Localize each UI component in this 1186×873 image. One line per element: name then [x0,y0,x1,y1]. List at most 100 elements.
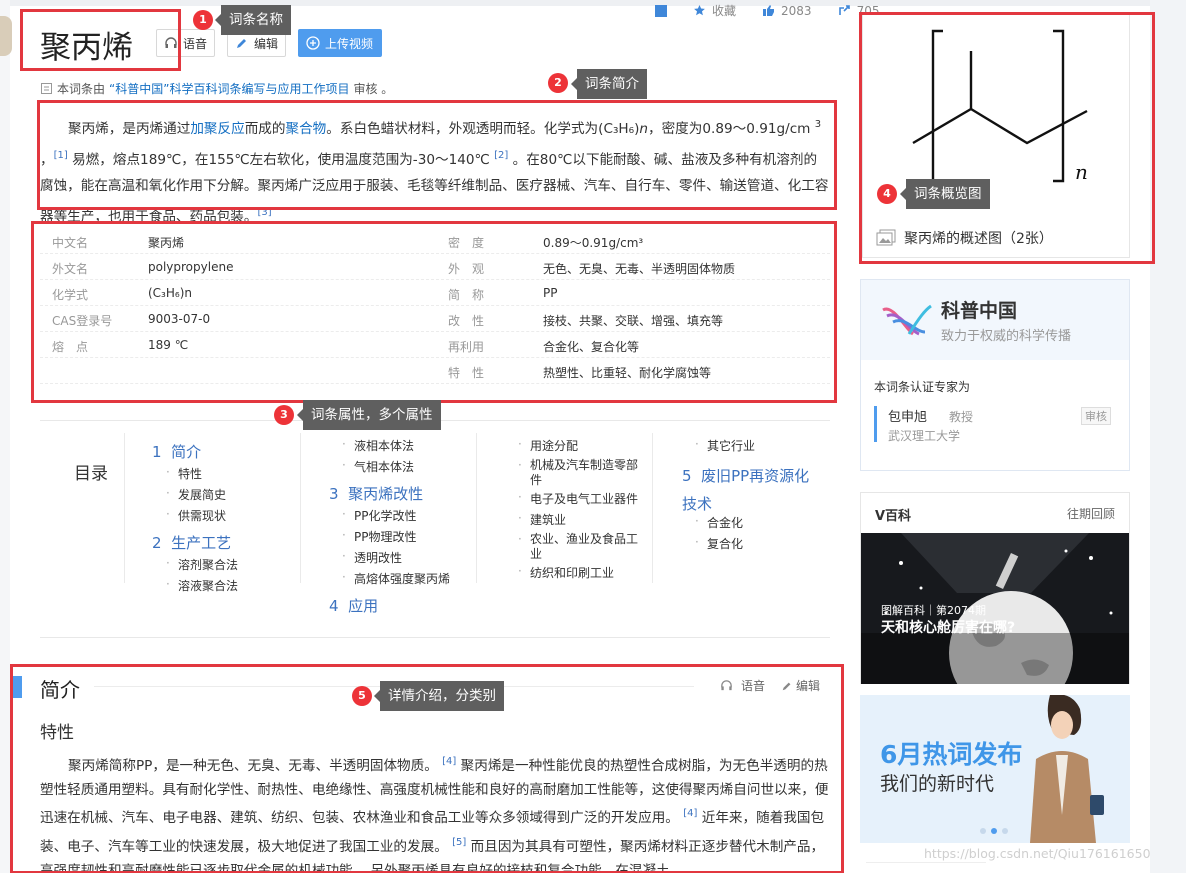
toc-sub-item[interactable]: 农业、渔业及食品工业 [518,532,642,562]
logo-fragment [0,16,12,56]
toc-divider [652,433,653,583]
kepu-header[interactable]: 科普中国 致力于权威的科学传播 [861,280,1129,360]
toc-sub-item[interactable]: 建筑业 [518,511,566,528]
kepu-slogan: 致力于权威的科学传播 [941,329,1072,344]
star-icon[interactable] [693,4,706,17]
toc-section-4[interactable]: 4 应用 [329,595,378,616]
annotation-tip-5: 详情介绍，分类别 [374,681,504,711]
next-card-edge [866,862,986,873]
hotwords-title: 6月热词发布 [880,740,1023,769]
toc-sub-item[interactable]: 机械及汽车制造零部件 [518,458,642,488]
annotation-badge-1: 1 [193,10,213,30]
review-prefix: 本词条由 [57,82,106,96]
kepu-card: 科普中国 致力于权威的科学传播 本词条认证专家为 包申旭 教授 武汉理工大学 审… [860,279,1130,471]
vbaike-cover-image[interactable]: 图解百科｜第2074期 天和核心舱厉害在哪? [861,533,1129,684]
edit-button-label: 编辑 [254,36,279,51]
likes-count: 2083 [781,3,812,18]
expert-org: 武汉理工大学 [888,429,961,443]
vbaike-issue: 图解百科｜第2074期 [881,604,986,617]
toc-sub-item[interactable]: 供需现状 [166,507,226,524]
hotwords-subtitle: 我们的新时代 [880,773,995,795]
watermark: https://blog.csdn.net/Qiu176161650 [924,846,1151,861]
plus-circle-icon [306,36,320,50]
toc-label: 聚丙烯改性 [348,485,424,503]
pencil-icon [237,39,246,48]
hotwords-banner[interactable]: 6月热词发布 我们的新时代 [860,695,1130,843]
toc-label: 生产工艺 [171,534,232,552]
toc-sub-item[interactable]: PP化学改性 [342,507,417,524]
toc-sub-item[interactable]: 用途分配 [518,437,578,454]
review-suffix: 审核 。 [353,82,394,96]
expert-rank: 教授 [949,410,974,424]
carousel-dot[interactable] [1002,828,1008,834]
toc-divider [124,433,125,583]
toc-divider [476,433,477,583]
table-of-contents: 目录 1 简介 特性 发展简史 供需现状 2 生产工艺 溶剂聚合法 溶液聚合法 … [40,420,830,638]
toc-sub-item[interactable]: 纺织和印刷工业 [518,564,614,581]
annotation-tip-2: 词条简介 [571,69,647,99]
annotation-box-3 [31,221,837,403]
toc-sub-item[interactable]: 液相本体法 [342,437,414,454]
upload-video-label: 上传视频 [325,36,374,51]
toc-sub-item[interactable]: 溶液聚合法 [166,577,238,594]
kepu-name: 科普中国 [941,300,1018,322]
toc-label: 简介 [171,443,202,461]
toc-sub-item[interactable]: PP物理改性 [342,528,417,545]
carousel-dot[interactable] [980,828,986,834]
toc-sub-item[interactable]: 高熔体强度聚丙烯 [342,570,450,587]
annotation-badge-5: 5 [352,686,372,706]
expert-name[interactable]: 包申旭 [888,406,927,425]
expert-label: 本词条认证专家为 [874,380,971,394]
annotation-badge-3: 3 [274,405,294,425]
toc-num: 1 [152,443,162,461]
voice-button-label: 语音 [183,36,208,51]
toc-sub-item[interactable]: 电子及电气工业器件 [518,490,638,507]
toc-sub-item[interactable]: 气相本体法 [342,458,414,475]
toc-num: 3 [329,485,339,503]
toc-divider [300,433,301,583]
review-badge: 审核 [1081,407,1111,425]
share-icon[interactable] [838,4,851,17]
vbaike-caption: 天和核心舱厉害在哪? [881,620,1016,636]
annotation-tip-3: 词条属性，多个属性 [297,400,441,430]
toc-sub-item[interactable]: 发展简史 [166,486,226,503]
favorite-label[interactable]: 收藏 [712,2,736,19]
toc-sub-item[interactable]: 透明改性 [342,549,402,566]
left-gutter [0,0,10,873]
toc-section-3[interactable]: 3 聚丙烯改性 [329,483,423,504]
annotation-tip-1: 词条名称 [215,5,291,35]
annotation-badge-4: 4 [877,184,897,204]
right-gutter [1150,0,1186,873]
document-icon [41,83,52,94]
top-strip [0,0,1186,6]
kepu-logo-icon [882,304,932,336]
expert-accent-bar [874,406,877,442]
toc-section-1[interactable]: 1 简介 [152,441,201,462]
toc-section-2[interactable]: 2 生产工艺 [152,532,231,553]
toc-num: 2 [152,534,162,552]
annotation-badge-2: 2 [548,73,568,93]
annotation-tip-4: 词条概览图 [900,179,990,209]
annotation-box-2 [37,100,837,210]
annotation-box-1 [20,9,181,71]
review-note: 本词条由 “科普中国”科学百科词条编写与应用工作项目 审核 。 [40,80,393,97]
toc-sub-item[interactable]: 合金化 [695,514,743,531]
toc-sub-item[interactable]: 其它行业 [695,437,755,454]
upload-video-button[interactable]: 上传视频 [298,29,382,57]
toc-sub-item[interactable]: 特性 [166,465,202,482]
toc-sub-item[interactable]: 溶剂聚合法 [166,556,238,573]
thumb-up-icon[interactable] [762,4,775,17]
review-org-link[interactable]: “科普中国”科学百科词条编写与应用工作项目 [109,80,349,97]
toc-num: 4 [329,597,339,615]
carousel-dot-active[interactable] [991,828,997,834]
toc-label: 废旧PP再资源化技术 [682,467,810,513]
toc-sub-item[interactable]: 复合化 [695,535,743,552]
stats-bar: 收藏 2083 705 [655,2,879,19]
vbaike-title: V百科 [875,509,912,524]
add-icon[interactable] [655,4,667,17]
vbaike-archive-link[interactable]: 往期回顾 [1067,505,1115,522]
toc-title: 目录 [74,464,108,484]
toc-section-5[interactable]: 5 废旧PP再资源化技术 [682,462,822,518]
toc-label: 应用 [348,597,379,615]
vbaike-card: V百科 往期回顾 图解百科｜第2074期 天和核心舱厉害在哪? [860,492,1130,684]
